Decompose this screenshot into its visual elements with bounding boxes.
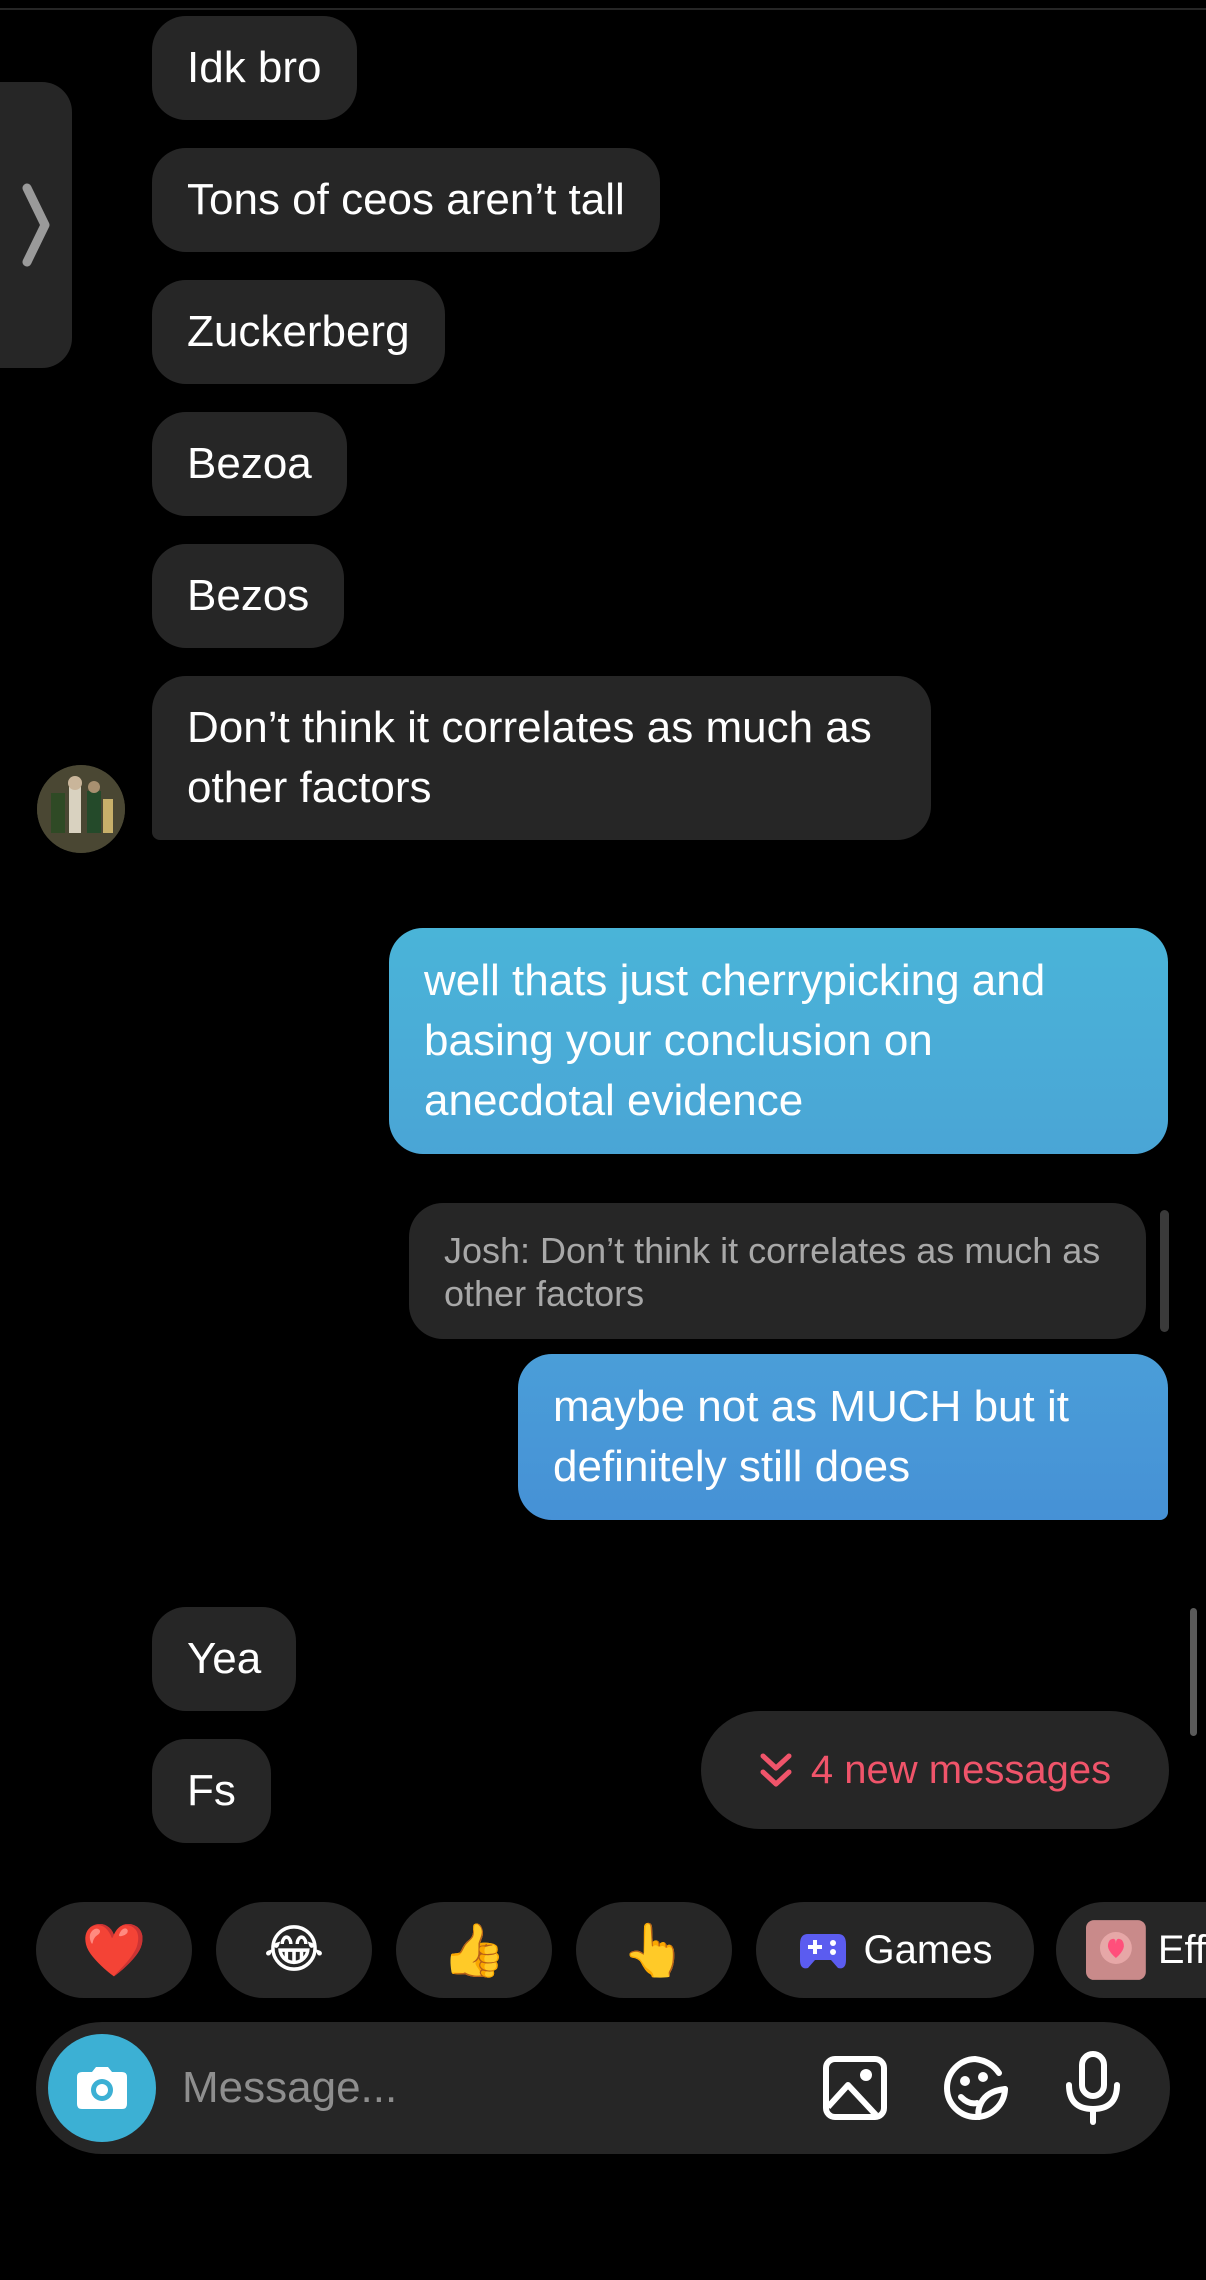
new-messages-button[interactable]: 4 new messages xyxy=(701,1711,1169,1829)
incoming-message[interactable]: Don’t think it correlates as much as oth… xyxy=(152,676,931,840)
reply-quote[interactable]: Josh: Don’t think it correlates as much … xyxy=(409,1203,1146,1339)
reaction-thumbs-up-button[interactable]: 👍 xyxy=(396,1902,552,1998)
effects-label: Eff xyxy=(1157,1927,1206,1972)
voice-message-button[interactable] xyxy=(1056,2051,1130,2125)
sender-avatar[interactable] xyxy=(37,765,125,853)
gamepad-icon xyxy=(799,1934,846,1969)
games-label: Games xyxy=(863,1927,993,1972)
outgoing-message[interactable]: well thats just cherrypicking and basing… xyxy=(389,928,1168,1154)
microphone-icon xyxy=(1066,2051,1120,2125)
gallery-button[interactable] xyxy=(818,2051,892,2125)
incoming-message[interactable]: Bezos xyxy=(152,544,345,648)
image-icon xyxy=(823,2056,887,2120)
thumbs-up-emoji-icon: 👍 xyxy=(441,1921,507,1980)
camera-icon xyxy=(77,2067,127,2109)
new-messages-label: 4 new messages xyxy=(810,1747,1112,1792)
laughing-tears-emoji-icon: 😂 xyxy=(263,1921,325,1979)
incoming-message[interactable]: Idk bro xyxy=(152,16,357,120)
chevron-right-icon xyxy=(22,183,50,267)
message-composer xyxy=(36,2022,1170,2154)
side-drawer-tab[interactable] xyxy=(0,82,72,368)
incoming-message[interactable]: Bezoa xyxy=(152,412,347,516)
reaction-heart-button[interactable]: ❤️ xyxy=(36,1902,192,1998)
incoming-message[interactable]: Fs xyxy=(152,1739,271,1843)
sticker-button[interactable] xyxy=(939,2051,1013,2125)
sticker-icon xyxy=(944,2055,1008,2120)
incoming-message[interactable]: Tons of ceos aren’t tall xyxy=(152,148,660,252)
double-chevron-down-icon xyxy=(760,1753,792,1787)
reply-quote-bar xyxy=(1160,1210,1169,1332)
pointing-hand-emoji-icon: 👆 xyxy=(621,1921,687,1980)
incoming-message[interactable]: Yea xyxy=(152,1607,297,1711)
reaction-laugh-button[interactable]: 😂 xyxy=(216,1902,372,1998)
incoming-message[interactable]: Zuckerberg xyxy=(152,280,445,384)
games-button[interactable]: Games xyxy=(756,1902,1034,1998)
scrollbar[interactable] xyxy=(1190,1608,1197,1736)
quick-reactions-bar: ❤️ 😂 👍 👆 Games Eff xyxy=(36,1902,1206,1998)
outgoing-message[interactable]: maybe not as MUCH but it definitely stil… xyxy=(518,1354,1168,1520)
avatar-image xyxy=(37,765,125,853)
message-input[interactable] xyxy=(182,2052,802,2124)
effects-thumbnail-icon xyxy=(1086,1920,1146,1980)
camera-button[interactable] xyxy=(48,2034,156,2142)
effects-button[interactable]: Eff xyxy=(1056,1902,1206,1998)
header-divider xyxy=(0,8,1206,10)
reaction-point-button[interactable]: 👆 xyxy=(576,1902,732,1998)
heart-emoji-icon: ❤️ xyxy=(81,1921,147,1980)
